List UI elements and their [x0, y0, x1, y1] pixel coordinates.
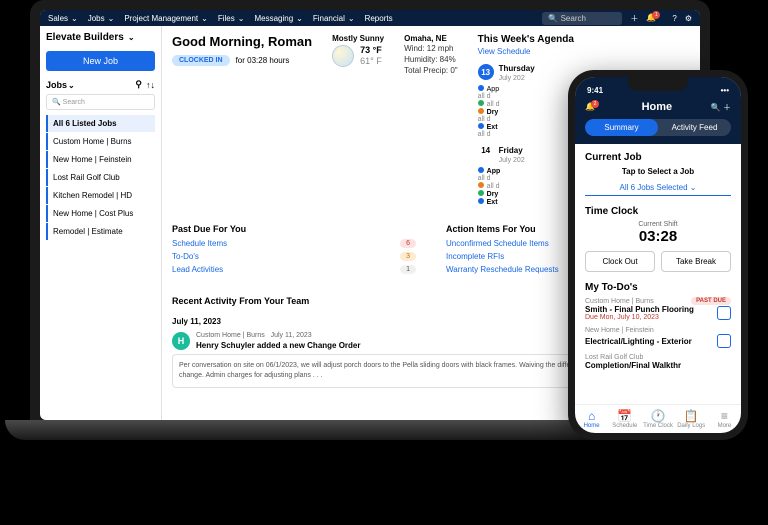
tab-timeclock[interactable]: 🕐Time Clock	[641, 409, 674, 429]
nav-jobs[interactable]: Jobs	[88, 14, 115, 23]
notif-badge: 1	[652, 11, 660, 19]
mobile-device: 9:41••• 🔔2 Home 🔍 ＋ SummaryActivity Feed…	[568, 70, 748, 440]
nav-fin[interactable]: Financial	[313, 14, 355, 23]
job-item[interactable]: Custom Home | Burns	[46, 133, 155, 150]
leads-link[interactable]: Lead Activities	[172, 265, 223, 274]
log-icon: 📋	[675, 409, 708, 423]
activity-title: Recent Activity From Your Team	[172, 296, 309, 306]
nav-files[interactable]: Files	[218, 14, 245, 23]
take-break-button[interactable]: Take Break	[661, 251, 731, 272]
tab-more[interactable]: ≡More	[708, 409, 741, 429]
job-item[interactable]: Lost Rail Golf Club	[46, 169, 155, 186]
todos-title: My To-Do's	[585, 282, 731, 293]
job-item[interactable]: Remodel | Estimate	[46, 223, 155, 240]
tab-home[interactable]: ⌂Home	[575, 409, 608, 429]
nav-sales[interactable]: Sales	[48, 14, 78, 23]
jobs-header[interactable]: Jobs	[46, 80, 75, 90]
job-item[interactable]: New Home | Feinstein	[46, 151, 155, 168]
clock-icon: 🕐	[641, 409, 674, 423]
rfis-link[interactable]: Incomplete RFIs	[446, 252, 504, 261]
job-item[interactable]: New Home | Cost Plus	[46, 205, 155, 222]
search-icon[interactable]: 🔍	[711, 103, 721, 112]
schedule-items-link[interactable]: Schedule Items	[172, 239, 227, 248]
add-icon[interactable]: ＋	[630, 13, 638, 24]
tab-logs[interactable]: 📋Daily Logs	[675, 409, 708, 429]
avatar: H	[172, 332, 190, 350]
todo-checkbox[interactable]	[717, 306, 731, 320]
phone-title: Home	[642, 101, 673, 113]
time-clock-title: Time Clock	[585, 206, 731, 217]
clock-status: CLOCKED IN	[172, 55, 230, 66]
past-due-title: Past Due For You	[172, 224, 416, 234]
tab-schedule[interactable]: 📅Schedule	[608, 409, 641, 429]
filter-icon[interactable]: ⚲	[135, 79, 142, 90]
todos-link[interactable]: To-Do's	[172, 252, 199, 261]
help-icon[interactable]: ?	[672, 14, 676, 23]
calendar-icon: 📅	[608, 409, 641, 423]
weather-icon	[332, 45, 354, 67]
gear-icon[interactable]: ⚙	[685, 14, 692, 23]
clock-hours: for 03:28 hours	[236, 56, 290, 65]
unconfirmed-link[interactable]: Unconfirmed Schedule Items	[446, 239, 549, 248]
warranty-link[interactable]: Warranty Reschedule Requests	[446, 265, 559, 274]
summary-tab[interactable]: Summary	[585, 119, 658, 136]
home-icon: ⌂	[575, 409, 608, 423]
todo-checkbox[interactable]	[717, 334, 731, 348]
view-schedule-link[interactable]: View Schedule	[478, 47, 618, 56]
activity-tab[interactable]: Activity Feed	[658, 119, 731, 136]
global-search[interactable]: 🔍 Search	[542, 12, 622, 25]
new-job-button[interactable]: New Job	[46, 51, 155, 71]
weather-cond: Mostly Sunny	[332, 34, 384, 43]
top-nav: Sales Jobs Project Management Files Mess…	[40, 10, 700, 26]
location: Omaha, NE	[404, 34, 458, 43]
shift-time: 03:28	[585, 228, 731, 245]
clock-out-button[interactable]: Clock Out	[585, 251, 655, 272]
add-icon[interactable]: ＋	[723, 103, 731, 112]
job-item[interactable]: Kitchen Remodel | HD	[46, 187, 155, 204]
jobs-search[interactable]: 🔍 Search	[46, 94, 155, 110]
job-selector[interactable]: All 6 Jobs Selected ⌄	[585, 180, 731, 196]
more-icon: ≡	[708, 409, 741, 423]
current-job-title: Current Job	[585, 152, 731, 163]
sidebar: Elevate Builders New Job Jobs ⚲ ↑↓ 🔍 Searc…	[40, 26, 162, 420]
tap-select-label: Tap to Select a Job	[585, 167, 731, 176]
company-selector[interactable]: Elevate Builders	[46, 32, 155, 43]
date-badge: 13	[478, 64, 494, 80]
nav-pm[interactable]: Project Management	[124, 14, 208, 23]
nav-reports[interactable]: Reports	[365, 14, 393, 23]
nav-msg[interactable]: Messaging	[254, 14, 302, 23]
sort-icon[interactable]: ↑↓	[146, 80, 155, 90]
agenda-title: This Week's Agenda	[478, 34, 618, 45]
job-item-all[interactable]: All 6 Listed Jobs	[46, 115, 155, 132]
greeting: Good Morning, Roman	[172, 34, 312, 49]
